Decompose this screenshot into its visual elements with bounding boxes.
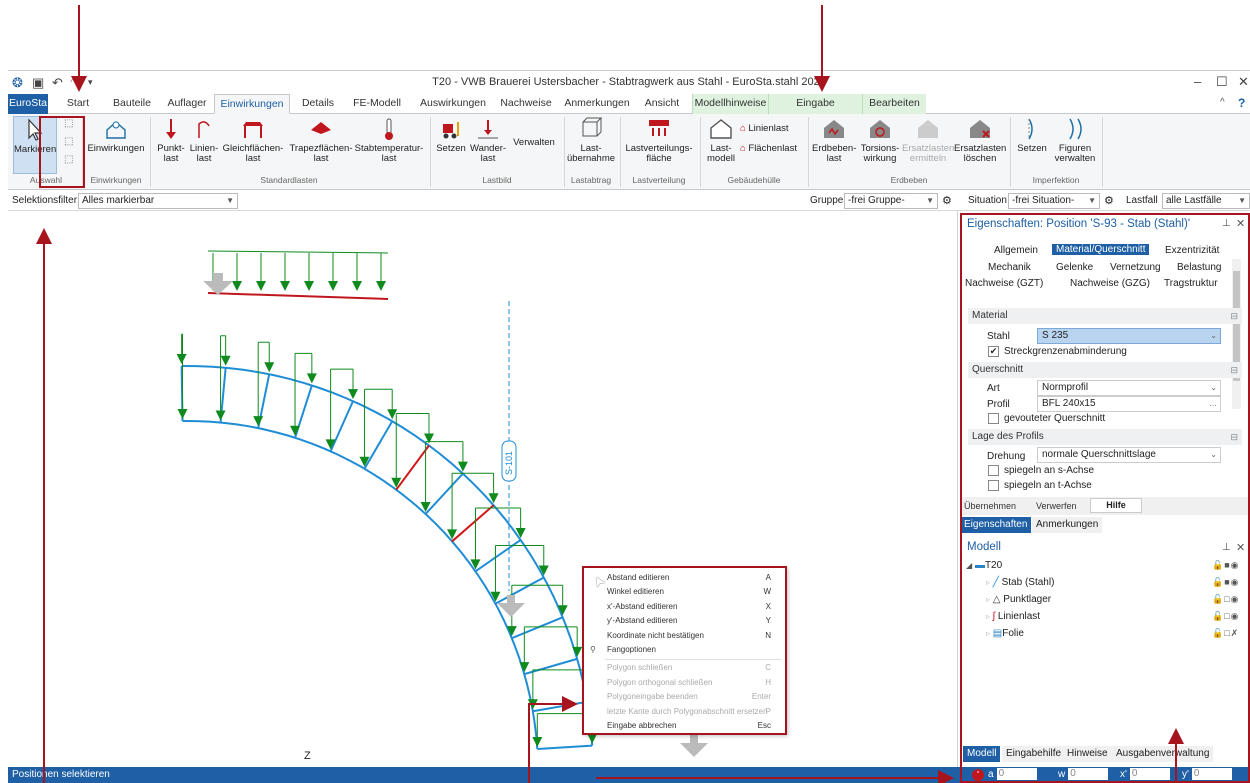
callout-arrows [36,5,1184,783]
